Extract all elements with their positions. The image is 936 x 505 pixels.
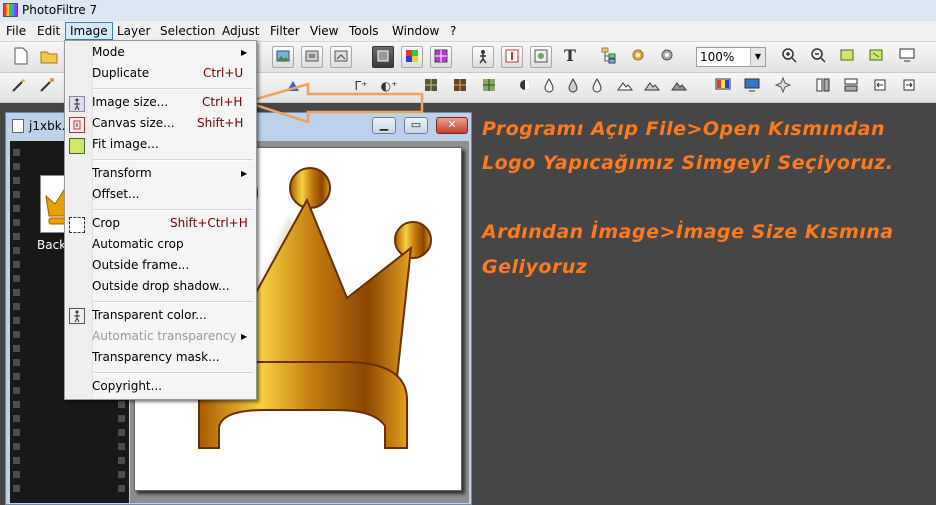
fit-image-icon bbox=[69, 138, 85, 154]
transparent-color-icon bbox=[69, 308, 85, 324]
contrast-icon[interactable] bbox=[514, 76, 536, 98]
layers-tree-icon[interactable] bbox=[598, 46, 620, 68]
annotation-line-2: Logo Yapıcağımız Simgeyi Seçiyoruz. bbox=[482, 152, 894, 174]
image-dropdown-menu: Mode ▶ Duplicate Ctrl+U Image size... Ct… bbox=[64, 40, 257, 400]
stop-script-icon[interactable] bbox=[501, 46, 523, 68]
canvas-size-icon bbox=[69, 117, 85, 133]
magic-wand-2-icon[interactable] bbox=[36, 76, 58, 98]
menu-item-transparent-color[interactable]: Transparent color... bbox=[92, 308, 207, 322]
menu-image[interactable]: Image bbox=[65, 22, 113, 40]
zoom-combobox[interactable]: 100% ▼ bbox=[696, 47, 766, 67]
run-script-icon[interactable] bbox=[472, 46, 494, 68]
fullscreen-icon[interactable] bbox=[896, 46, 918, 68]
close-button[interactable]: ✕ bbox=[436, 117, 468, 134]
annotation-arrow bbox=[241, 82, 424, 124]
texture-2-icon[interactable] bbox=[449, 76, 471, 98]
menu-filter[interactable]: Filter bbox=[266, 23, 304, 39]
image-tool-1-icon[interactable] bbox=[272, 46, 294, 68]
zoom-out-icon[interactable] bbox=[807, 46, 829, 68]
menu-window[interactable]: Window bbox=[388, 23, 443, 39]
rotate-left-icon[interactable] bbox=[869, 76, 891, 98]
shortcut-canvas-size: Shift+H bbox=[197, 116, 244, 130]
submenu-arrow-icon: ▶ bbox=[241, 48, 248, 57]
mountain-1-icon[interactable] bbox=[614, 76, 636, 98]
crop-icon bbox=[69, 217, 85, 233]
image-size-icon bbox=[69, 96, 85, 112]
document-title: j1xbk.j bbox=[29, 119, 69, 133]
menu-item-crop[interactable]: Crop bbox=[92, 216, 120, 230]
menu-item-canvas-size[interactable]: Canvas size... bbox=[92, 116, 175, 130]
text-tool-icon[interactable]: T bbox=[559, 46, 581, 68]
flip-icon[interactable] bbox=[840, 76, 862, 98]
menu-file[interactable]: File bbox=[2, 23, 30, 39]
menu-item-outside-drop-shadow[interactable]: Outside drop shadow... bbox=[92, 279, 230, 293]
menu-item-mode[interactable]: Mode bbox=[92, 45, 125, 59]
drop-2-icon[interactable] bbox=[562, 76, 584, 98]
mountain-3-icon[interactable] bbox=[668, 76, 690, 98]
menu-layer[interactable]: Layer bbox=[113, 23, 154, 39]
annotation-line-1: Programı Açıp File>Open Kısmından bbox=[482, 118, 886, 140]
image-tool-2-icon[interactable] bbox=[301, 46, 323, 68]
zoom-value: 100% bbox=[700, 50, 735, 64]
plugins-gear-icon[interactable] bbox=[656, 46, 678, 68]
menu-item-outside-frame[interactable]: Outside frame... bbox=[92, 258, 189, 272]
menu-item-copyright[interactable]: Copyright... bbox=[92, 379, 162, 393]
drop-3-icon[interactable] bbox=[586, 76, 608, 98]
menu-help[interactable]: ? bbox=[446, 23, 460, 39]
annotation-line-4: Geliyoruz bbox=[482, 256, 588, 278]
texture-3-icon[interactable] bbox=[478, 76, 500, 98]
menu-view[interactable]: View bbox=[306, 23, 342, 39]
menu-item-transform[interactable]: Transform bbox=[92, 166, 152, 180]
submenu-arrow-icon: ▶ bbox=[241, 332, 248, 341]
color-palette-icon[interactable] bbox=[401, 46, 423, 68]
menu-edit[interactable]: Edit bbox=[33, 23, 64, 39]
annotation-line-3: Ardından İmage>İmage Size Kısmına bbox=[482, 221, 894, 243]
document-icon bbox=[12, 119, 24, 133]
title-bar: PhotoFiltre 7 bbox=[0, 0, 936, 22]
menu-adjust[interactable]: Adjust bbox=[218, 23, 264, 39]
mirror-icon[interactable] bbox=[812, 76, 834, 98]
screen-icon[interactable] bbox=[741, 76, 763, 98]
fit-window-icon[interactable] bbox=[836, 46, 858, 68]
window-title: PhotoFiltre 7 bbox=[22, 3, 98, 17]
image-tool-3-icon[interactable] bbox=[330, 46, 352, 68]
menu-tools[interactable]: Tools bbox=[345, 23, 383, 39]
menu-item-transparency-mask[interactable]: Transparency mask... bbox=[92, 350, 220, 364]
magic-wand-icon[interactable] bbox=[8, 76, 30, 98]
menu-item-duplicate[interactable]: Duplicate bbox=[92, 66, 149, 80]
gradient-icon[interactable] bbox=[712, 76, 734, 98]
zoom-dropdown-arrow-icon[interactable]: ▼ bbox=[750, 48, 765, 66]
sparkle-icon[interactable] bbox=[772, 76, 794, 98]
menu-item-fit-image[interactable]: Fit image... bbox=[92, 137, 159, 151]
menu-item-offset[interactable]: Offset... bbox=[92, 187, 140, 201]
menu-selection[interactable]: Selection bbox=[156, 23, 219, 39]
shape-tool-icon[interactable] bbox=[530, 46, 552, 68]
zoom-in-icon[interactable] bbox=[778, 46, 800, 68]
menu-item-automatic-crop[interactable]: Automatic crop bbox=[92, 237, 184, 251]
submenu-arrow-icon: ▶ bbox=[241, 169, 248, 178]
shortcut-duplicate: Ctrl+U bbox=[203, 66, 244, 80]
effects-gear-icon[interactable] bbox=[627, 46, 649, 68]
layer-label: Back bbox=[37, 238, 67, 252]
grayscale-icon[interactable] bbox=[372, 46, 394, 68]
new-file-icon[interactable] bbox=[10, 46, 32, 68]
photofiltre-app-icon bbox=[3, 3, 18, 17]
menu-item-image-size[interactable]: Image size... bbox=[92, 95, 168, 109]
menu-item-automatic-transparency: Automatic transparency bbox=[92, 329, 237, 343]
mountain-2-icon[interactable] bbox=[641, 76, 663, 98]
menu-bar: File Edit Image Layer Selection Adjust F… bbox=[0, 21, 936, 42]
palette-grid-icon[interactable] bbox=[430, 46, 452, 68]
shortcut-image-size: Ctrl+H bbox=[202, 95, 243, 109]
drop-1-icon[interactable] bbox=[538, 76, 560, 98]
actual-size-icon[interactable] bbox=[865, 46, 887, 68]
open-folder-icon[interactable] bbox=[38, 46, 60, 68]
rotate-right-icon[interactable] bbox=[898, 76, 920, 98]
shortcut-crop: Shift+Ctrl+H bbox=[170, 216, 248, 230]
